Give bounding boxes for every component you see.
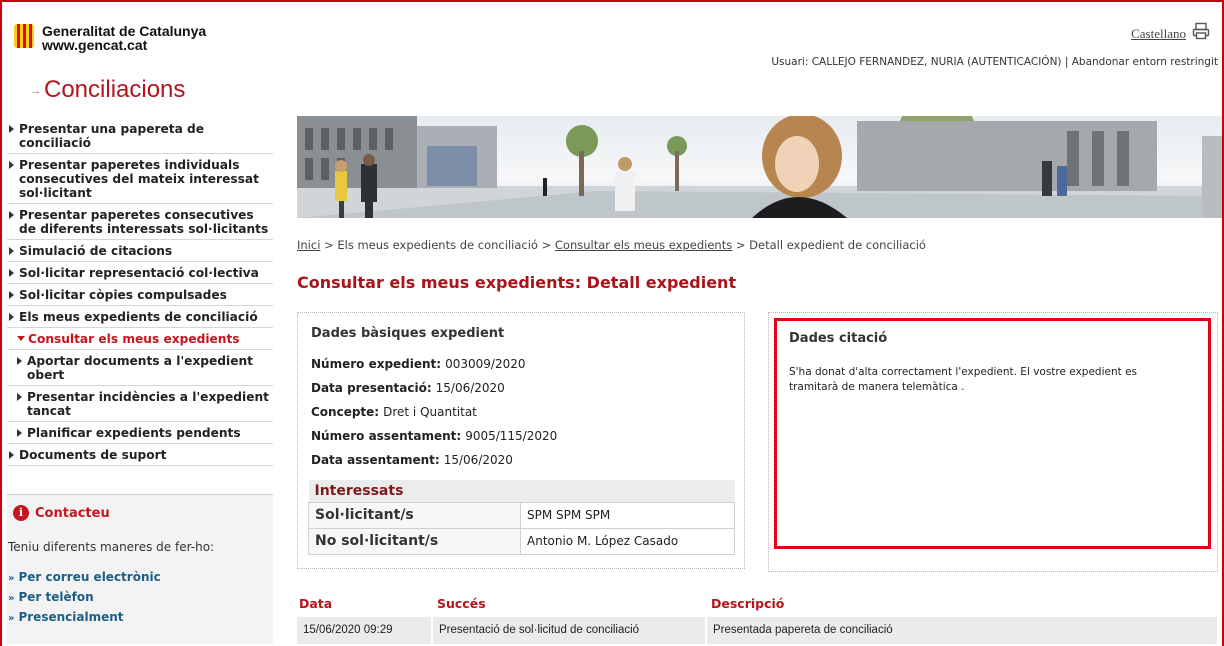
printer-icon[interactable]: [1192, 22, 1210, 40]
history-date: 15/06/2020 09:29: [297, 617, 431, 644]
interessat-value: Antonio M. López Casado: [520, 527, 735, 555]
triangle-right-icon: [9, 291, 14, 299]
breadcrumb-separator: >: [324, 238, 334, 252]
triangle-right-icon: [9, 313, 14, 321]
sidebar-item-copies[interactable]: Sol·licitar còpies compulsades: [7, 284, 273, 306]
language-link[interactable]: Castellano: [1131, 26, 1186, 42]
banner-image: [297, 116, 1222, 218]
sidebar-item-simulacio[interactable]: Simulació de citacions: [7, 240, 273, 262]
breadcrumb-step-expedients: Els meus expedients de conciliació: [337, 238, 538, 252]
contact-text: Teniu diferents maneres de fer-ho:: [8, 540, 215, 554]
col-header-descripcio: Descripció: [711, 596, 785, 611]
col-header-succes: Succés: [437, 596, 486, 611]
field-numero-expedient: Número expedient: 003009/2020: [311, 357, 526, 371]
sidebar-nav: Presentar una papereta de conciliació Pr…: [7, 118, 273, 466]
history-description: Presentada papereta de conciliació: [707, 617, 1217, 644]
page-title: Consultar els meus expedients: Detall ex…: [297, 273, 737, 292]
table-row: No sol·licitant/s Antonio M. López Casad…: [308, 527, 735, 555]
citacio-title: Dades citació: [789, 331, 888, 346]
citacio-highlight: Dades citació S'ha donat d'alta correcta…: [774, 318, 1211, 549]
breadcrumb: Inici > Els meus expedients de conciliac…: [297, 238, 926, 252]
interessat-label: No sol·licitant/s: [308, 527, 521, 555]
citacio-panel: Dades citació S'ha donat d'alta correcta…: [768, 312, 1218, 572]
breadcrumb-home-link[interactable]: Inici: [297, 238, 320, 252]
breadcrumb-separator: >: [735, 238, 746, 252]
sidebar-item-paperetes-diferents[interactable]: Presentar paperetes consecutives de dife…: [7, 204, 273, 240]
triangle-right-icon: [9, 269, 14, 277]
senyera-icon: [14, 24, 34, 48]
history-event: Presentació de sol·licitud de conciliaci…: [433, 617, 705, 644]
sidebar-item-incidencies[interactable]: Presentar incidències a l'expedient tanc…: [7, 386, 273, 422]
field-data-presentacio: Data presentació: 15/06/2020: [311, 381, 505, 395]
sidebar-item-documents[interactable]: Documents de suport: [7, 444, 273, 466]
app-title[interactable]: → Conciliacions: [30, 76, 185, 104]
triangle-right-icon: [17, 429, 22, 437]
contact-link-presencial[interactable]: » Presencialment: [8, 610, 124, 624]
sidebar-item-paperetes-individuals[interactable]: Presentar paperetes individuals consecut…: [7, 154, 273, 204]
history-table: Data Succés Descripció 15/06/2020 09:29 …: [297, 593, 1217, 644]
org-url: www.gencat.cat: [42, 37, 148, 53]
arrow-icon: →: [30, 84, 41, 97]
table-row: 15/06/2020 09:29 Presentació de sol·lici…: [297, 617, 1217, 644]
breadcrumb-separator: >: [541, 238, 552, 252]
contact-panel: i Contacteu Teniu diferents maneres de f…: [7, 494, 273, 644]
chevron-right-icon: »: [8, 573, 15, 584]
triangle-right-icon: [9, 247, 14, 255]
triangle-right-icon: [17, 357, 22, 365]
triangle-right-icon: [9, 125, 14, 133]
sidebar-item-representacio[interactable]: Sol·licitar representació col·lectiva: [7, 262, 273, 284]
triangle-right-icon: [9, 211, 14, 219]
gencat-logo[interactable]: Generalitat de Catalunya www.gencat.cat: [14, 24, 206, 52]
triangle-right-icon: [9, 451, 14, 459]
breadcrumb-current: Detall expedient de conciliació: [749, 238, 926, 252]
user-line[interactable]: Usuari: CALLEJO FERNANDEZ, NURIA (AUTENT…: [771, 56, 1218, 68]
basic-data-panel: Dades bàsiques expedient Número expedien…: [297, 312, 745, 569]
basic-data-title: Dades bàsiques expedient: [311, 326, 505, 341]
citacio-message: S'ha donat d'alta correctament l'expedie…: [789, 366, 1138, 393]
triangle-right-icon: [17, 393, 22, 401]
interessat-value: SPM SPM SPM: [520, 501, 735, 529]
org-name: Generalitat de Catalunya: [42, 23, 207, 39]
interessats-title: Interessats: [308, 480, 735, 502]
field-numero-assentament: Número assentament: 9005/115/2020: [311, 429, 558, 443]
sidebar-item-consultar[interactable]: Consultar els meus expedients: [7, 328, 273, 350]
contact-title: Contacteu: [35, 505, 110, 521]
triangle-right-icon: [9, 161, 14, 169]
history-header: Data Succés Descripció: [297, 593, 1217, 613]
triangle-down-icon: [17, 336, 25, 341]
chevron-right-icon: »: [8, 593, 15, 604]
col-header-data: Data: [299, 596, 333, 611]
sidebar-item-presentar-papereta[interactable]: Presentar una papereta de conciliació: [7, 118, 273, 154]
sidebar-item-aportar[interactable]: Aportar documents a l'expedient obert: [7, 350, 273, 386]
contact-link-phone[interactable]: » Per telèfon: [8, 590, 94, 604]
chevron-right-icon: »: [8, 613, 15, 624]
interessats-table: Interessats Sol·licitant/s SPM SPM SPM N…: [308, 480, 735, 555]
sidebar-item-expedients[interactable]: Els meus expedients de conciliació: [7, 306, 273, 328]
table-row: Sol·licitant/s SPM SPM SPM: [308, 501, 735, 529]
field-concepte: Concepte: Dret i Quantitat: [311, 405, 477, 419]
info-icon: i: [13, 505, 29, 521]
field-data-assentament: Data assentament: 15/06/2020: [311, 453, 513, 467]
contact-link-email[interactable]: » Per correu electrònic: [8, 570, 161, 584]
sidebar-item-planificar[interactable]: Planificar expedients pendents: [7, 422, 273, 444]
breadcrumb-consultar-link[interactable]: Consultar els meus expedients: [555, 238, 732, 252]
interessat-label: Sol·licitant/s: [308, 501, 521, 529]
